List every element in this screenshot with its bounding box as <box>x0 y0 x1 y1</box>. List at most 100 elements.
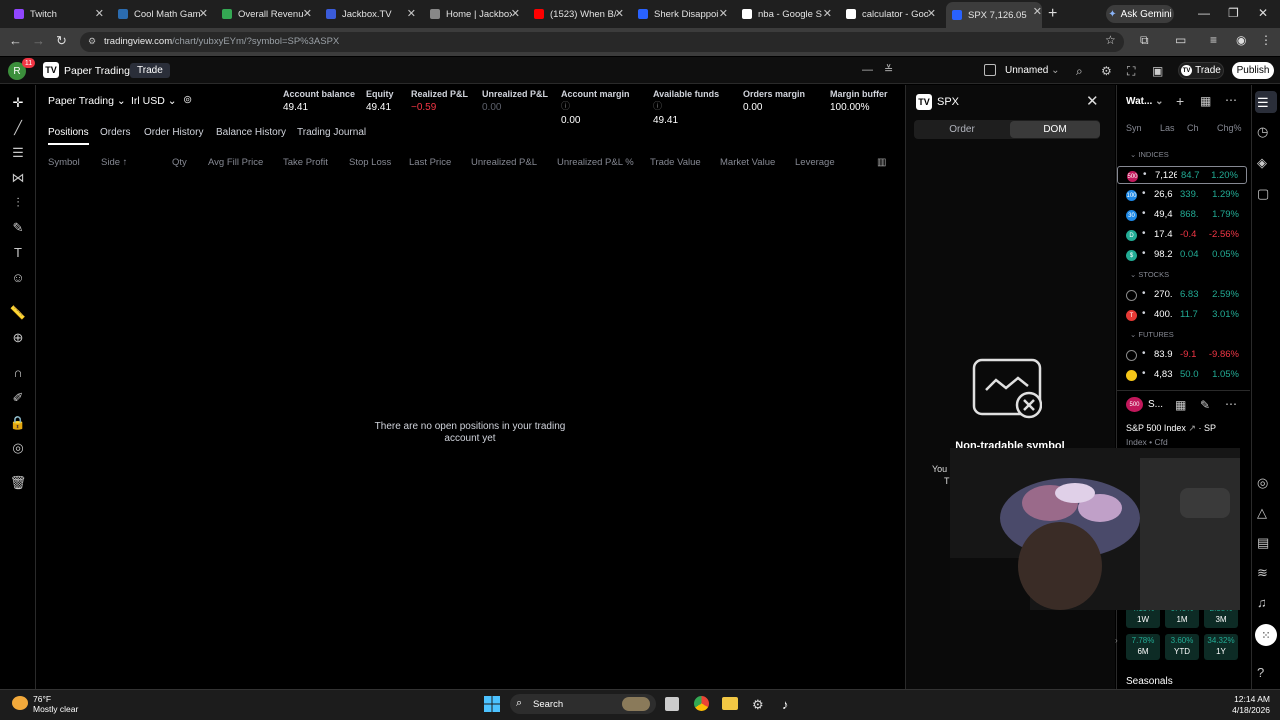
crosshair-icon[interactable]: ✛ <box>9 95 27 111</box>
tab-2[interactable]: Cool Math Gam ✕ <box>118 4 208 24</box>
tab-trading-journal[interactable]: Trading Journal <box>297 127 366 138</box>
zoom-icon[interactable]: ⊕ <box>9 330 27 346</box>
fullscreen-icon[interactable]: ⛶ <box>1127 64 1135 79</box>
chrome-icon[interactable] <box>694 696 709 711</box>
reload-icon[interactable]: ↻ <box>56 33 67 49</box>
weather-widget[interactable]: 76°F Mostly clear <box>33 694 78 714</box>
tab-order-history[interactable]: Order History <box>144 127 203 138</box>
split-view-icon[interactable]: ▭ <box>1175 33 1186 47</box>
list-item[interactable]: • 270. 6.83 2.59% <box>1117 286 1247 304</box>
close-tab-icon[interactable]: ✕ <box>511 7 520 20</box>
tab-order[interactable]: Order <box>914 120 1010 139</box>
watchlist-title[interactable]: Wat... ⌄ <box>1126 96 1163 107</box>
stay-in-drawing-icon[interactable]: ✐ <box>9 390 27 406</box>
maximize-button[interactable]: ❐ <box>1228 6 1239 20</box>
tab-4[interactable]: Jackbox.TV ✕ <box>326 4 416 24</box>
calendar-icon[interactable]: ▤ <box>1257 535 1269 551</box>
column-header[interactable]: Market Value <box>720 157 775 168</box>
section-futures[interactable]: ⌄ FUTURES <box>1130 330 1174 339</box>
projection-icon[interactable]: ⫶ <box>9 195 27 211</box>
bookmark-star-icon[interactable]: ☆ <box>1105 33 1116 47</box>
close-window-button[interactable]: ✕ <box>1258 6 1268 20</box>
close-tab-icon[interactable]: ✕ <box>615 7 624 20</box>
info-icon[interactable]: ⓘ <box>561 101 570 111</box>
close-tab-icon[interactable]: ✕ <box>199 7 208 20</box>
news-feed-icon[interactable]: ≋ <box>1257 565 1268 581</box>
pattern-icon[interactable]: ⋈ <box>9 170 27 186</box>
tab-dom[interactable]: DOM <box>1010 121 1100 138</box>
collapse-panel-icon[interactable]: ≚ <box>884 63 893 76</box>
trade-button[interactable]: TV Trade <box>1178 62 1224 79</box>
edit-icon[interactable]: ✎ <box>1200 398 1210 412</box>
taskbar-clock[interactable]: 12:14 AM 4/18/2026 <box>1228 694 1270 716</box>
account-selector[interactable]: Paper Trading ⌄ <box>48 95 126 107</box>
symbol-name[interactable]: S&P 500 Index ↗ · SP <box>1126 423 1216 434</box>
column-header[interactable]: Unrealized P&L <box>471 157 537 168</box>
file-explorer-icon[interactable] <box>722 697 738 710</box>
column-header[interactable]: Qty <box>172 157 187 168</box>
more-icon[interactable]: ⋯ <box>1225 93 1237 107</box>
close-tab-icon[interactable]: ✕ <box>823 7 832 20</box>
alerts-clock-icon[interactable]: ◷ <box>1257 124 1268 140</box>
lock-icon[interactable]: 🔒 <box>9 415 27 431</box>
column-header[interactable]: Avg Fill Price <box>208 157 263 168</box>
fib-icon[interactable]: ☰ <box>9 145 27 161</box>
list-item[interactable]: • 83.9 -9.1 -9.86% <box>1117 346 1247 364</box>
currency-selector[interactable]: Irl USD ⌄ <box>131 95 177 107</box>
close-tab-icon[interactable]: ✕ <box>1033 5 1042 18</box>
watchlist-column-header[interactable]: Las <box>1160 123 1175 133</box>
chat-icon[interactable]: ▢ <box>1257 186 1269 202</box>
list-item[interactable]: T • 400. 11.7 3.01% <box>1117 306 1247 324</box>
column-header[interactable]: Stop Loss <box>349 157 391 168</box>
tab-5[interactable]: Home | Jackbox ✕ <box>430 4 520 24</box>
text-tool-icon[interactable]: T <box>9 245 27 260</box>
list-item[interactable]: 100 • 26,6 339. 1.29% <box>1117 186 1247 204</box>
forward-arrow-icon[interactable]: → <box>32 33 45 48</box>
table-view-icon[interactable]: ▦ <box>1200 94 1211 108</box>
trend-line-icon[interactable]: ╱ <box>9 120 27 136</box>
columns-settings-icon[interactable]: ▥ <box>877 157 886 168</box>
search-icon[interactable]: ⌕ <box>1076 64 1083 79</box>
section-indices[interactable]: ⌄ INDICES <box>1130 150 1169 159</box>
close-tab-icon[interactable]: ✕ <box>407 7 416 20</box>
settings-gear-icon[interactable]: ⚙ <box>752 697 764 713</box>
minimize-button[interactable]: — <box>1198 6 1210 20</box>
account-settings-icon[interactable]: ⊚ <box>183 93 192 106</box>
downloads-icon[interactable]: ≡ <box>1210 33 1217 47</box>
grid-icon[interactable]: ▦ <box>1175 398 1186 412</box>
minimize-panel-icon[interactable]: — <box>862 64 873 76</box>
tab-6[interactable]: (1523) When B/✕ <box>534 4 624 24</box>
column-header[interactable]: Trade Value <box>650 157 701 168</box>
column-header[interactable]: Take Profit <box>283 157 328 168</box>
tab-positions[interactable]: Positions <box>48 127 89 145</box>
close-tab-icon[interactable]: ✕ <box>95 7 104 20</box>
close-tab-icon[interactable]: ✕ <box>927 7 936 20</box>
settings-icon[interactable]: ⚙ <box>1101 64 1112 78</box>
section-stocks[interactable]: ⌄ STOCKS <box>1130 270 1169 279</box>
site-info-icon[interactable]: ⚙ <box>88 36 96 47</box>
list-item[interactable]: D • 17.4 -0.4 -2.56% <box>1117 226 1247 244</box>
more-icon[interactable]: ⋯ <box>1225 397 1237 411</box>
apps-icon[interactable]: ⁙ <box>1255 624 1277 646</box>
task-view-icon[interactable] <box>665 697 679 711</box>
brush-icon[interactable]: ✎ <box>9 220 27 236</box>
list-item[interactable]: 500 • 7,126 84.7 1.20% <box>1117 166 1247 184</box>
bell-icon[interactable]: ♫ <box>1257 595 1267 610</box>
add-symbol-icon[interactable]: + <box>1176 93 1184 109</box>
ideas-icon[interactable]: △ <box>1257 505 1267 521</box>
watchlist-column-header[interactable]: Chg% <box>1217 123 1242 133</box>
close-tab-icon[interactable]: ✕ <box>303 7 312 20</box>
help-icon[interactable]: ? <box>1257 665 1264 680</box>
close-icon[interactable]: ✕ <box>1086 92 1099 110</box>
publish-button[interactable]: Publish <box>1232 62 1274 79</box>
windows-start-icon[interactable] <box>484 696 500 712</box>
new-tab-button[interactable]: + <box>1048 5 1057 23</box>
ask-gemini-button[interactable]: ✦ Ask Gemini <box>1106 5 1174 23</box>
ruler-icon[interactable]: 📏 <box>9 305 27 321</box>
target-icon[interactable]: ◎ <box>1257 475 1268 491</box>
watchlist-icon[interactable]: ☰ <box>1257 95 1269 111</box>
watchlist-column-header[interactable]: Ch <box>1187 123 1199 133</box>
column-header[interactable]: Side ↑ <box>101 157 127 168</box>
column-header[interactable]: Leverage <box>795 157 835 168</box>
tab-orders[interactable]: Orders <box>100 127 131 138</box>
